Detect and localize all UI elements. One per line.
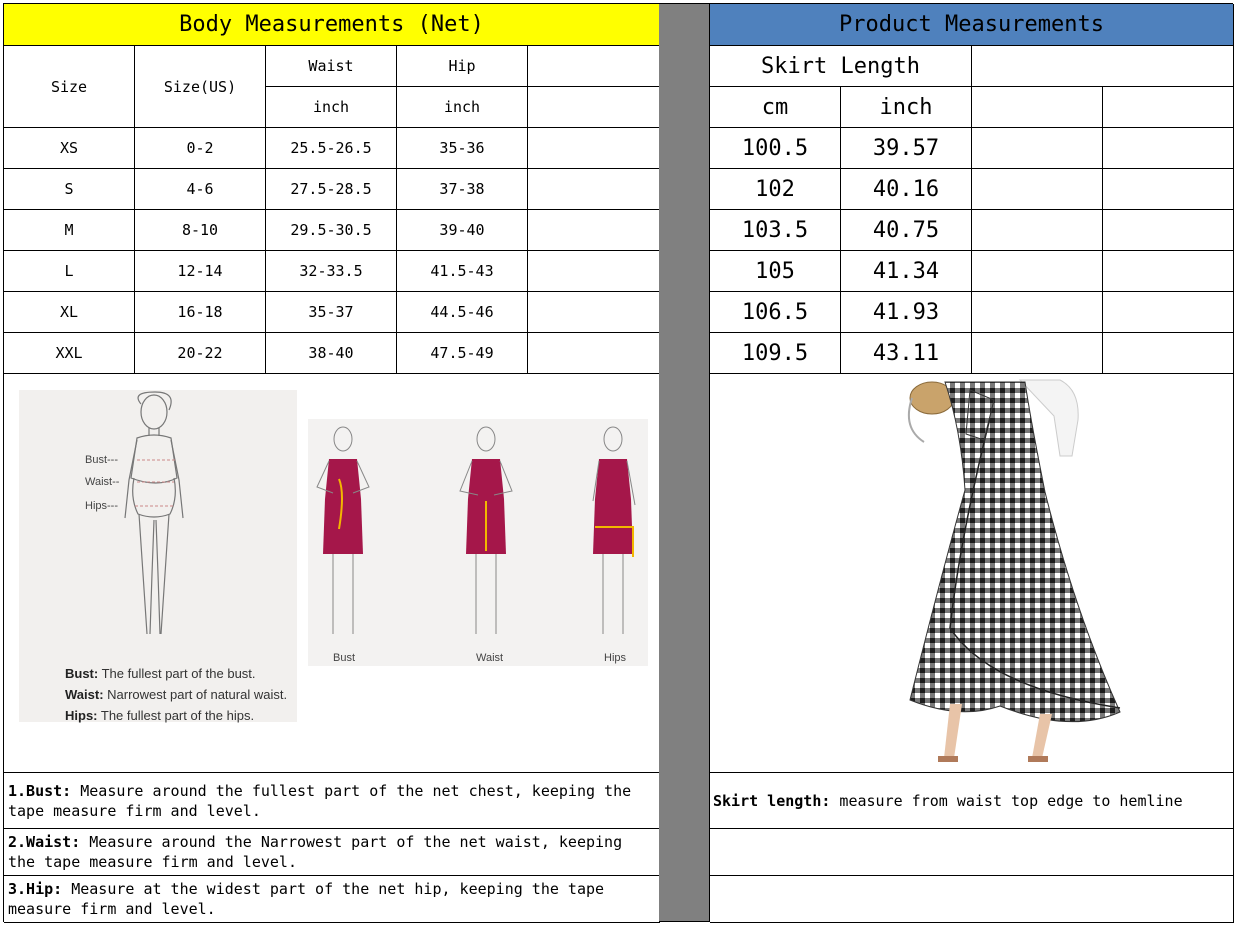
- waist-cell: 38-40: [266, 333, 397, 374]
- size-cell: XXL: [4, 333, 135, 374]
- inch-cell: 41.34: [841, 251, 972, 292]
- cm-cell: 100.5: [710, 128, 841, 169]
- empty-cell: [972, 251, 1103, 292]
- unit-cm-header: cm: [710, 87, 841, 128]
- empty-cell: [528, 251, 660, 292]
- waist-cell: 27.5-28.5: [266, 169, 397, 210]
- cm-cell: 106.5: [710, 292, 841, 333]
- size-us-cell: 0-2: [135, 128, 266, 169]
- hip-cell: 39-40: [397, 210, 528, 251]
- empty-cell: [1103, 87, 1234, 128]
- body-table: Body Measurements (Net) Size Size(US) Wa…: [3, 3, 660, 923]
- col-header-size-us: Size(US): [135, 46, 266, 128]
- empty-cell: [528, 333, 660, 374]
- empty-cell: [972, 46, 1234, 87]
- hip-cell: 41.5-43: [397, 251, 528, 292]
- inch-cell: 39.57: [841, 128, 972, 169]
- gingham-skirt-image: [908, 379, 1121, 762]
- column-divider: [659, 3, 709, 922]
- size-us-cell: 8-10: [135, 210, 266, 251]
- empty-cell: [1103, 333, 1234, 374]
- body-outline-icon: [124, 391, 184, 635]
- size-us-cell: 4-6: [135, 169, 266, 210]
- empty-cell: [972, 169, 1103, 210]
- legend-bust: Bust: The fullest part of the bust.: [65, 666, 256, 681]
- hip-cell: 47.5-49: [397, 333, 528, 374]
- col-header-waist: Waist: [266, 46, 397, 87]
- empty-cell: [972, 128, 1103, 169]
- hip-cell: 37-38: [397, 169, 528, 210]
- cm-cell: 103.5: [710, 210, 841, 251]
- col-header-size: Size: [4, 46, 135, 128]
- empty-cell: [972, 87, 1103, 128]
- dress-figure-panel: Bust Waist Hips: [308, 419, 648, 666]
- legend-hips: Hips: The fullest part of the hips.: [65, 708, 255, 723]
- body-figure-panel: Bust--- Waist-- Hips--- Bust: The fulles…: [19, 390, 297, 723]
- size-cell: XL: [4, 292, 135, 333]
- dress-figures-icon: [316, 426, 636, 634]
- empty-cell: [972, 210, 1103, 251]
- inch-cell: 40.75: [841, 210, 972, 251]
- waist-cell: 35-37: [266, 292, 397, 333]
- body-mark-waist: Waist--: [85, 476, 120, 488]
- product-note-skirt-length: Skirt length: measure from waist top edg…: [710, 773, 1234, 829]
- skirt-length-header: Skirt Length: [710, 46, 972, 87]
- empty-cell: [972, 292, 1103, 333]
- size-us-cell: 16-18: [135, 292, 266, 333]
- note-hip: 3.Hip: Measure at the widest part of the…: [4, 876, 660, 923]
- dress-label-waist: Waist: [476, 652, 504, 664]
- body-table-title: Body Measurements (Net): [4, 4, 660, 46]
- size-us-cell: 20-22: [135, 333, 266, 374]
- inch-cell: 41.93: [841, 292, 972, 333]
- cm-cell: 102: [710, 169, 841, 210]
- empty-cell: [528, 128, 660, 169]
- inch-cell: 43.11: [841, 333, 972, 374]
- product-note-empty: [710, 829, 1234, 876]
- inch-cell: 40.16: [841, 169, 972, 210]
- size-cell: L: [4, 251, 135, 292]
- size-us-cell: 12-14: [135, 251, 266, 292]
- empty-cell: [1103, 128, 1234, 169]
- empty-cell: [1103, 169, 1234, 210]
- waist-cell: 29.5-30.5: [266, 210, 397, 251]
- unit-inch-header: inch: [841, 87, 972, 128]
- size-cell: S: [4, 169, 135, 210]
- empty-cell: [528, 210, 660, 251]
- col-header-hip: Hip: [397, 46, 528, 87]
- product-table: Product Measurements Skirt Length cm inc…: [709, 3, 1234, 923]
- hip-cell: 44.5-46: [397, 292, 528, 333]
- cm-cell: 109.5: [710, 333, 841, 374]
- empty-cell: [528, 169, 660, 210]
- hip-cell: 35-36: [397, 128, 528, 169]
- note-bust: 1.Bust: Measure around the fullest part …: [4, 773, 660, 829]
- dress-label-bust: Bust: [333, 652, 356, 664]
- cm-cell: 105: [710, 251, 841, 292]
- size-cell: M: [4, 210, 135, 251]
- body-mark-hips: Hips---: [85, 500, 118, 512]
- col-header-empty: [528, 46, 660, 87]
- col-header-empty: [528, 87, 660, 128]
- dress-label-hips: Hips: [604, 652, 627, 664]
- col-header-waist-unit: inch: [266, 87, 397, 128]
- note-waist: 2.Waist: Measure around the Narrowest pa…: [4, 829, 660, 876]
- empty-cell: [972, 333, 1103, 374]
- col-header-hip-unit: inch: [397, 87, 528, 128]
- empty-cell: [528, 292, 660, 333]
- product-note-empty: [710, 876, 1234, 923]
- empty-cell: [1103, 210, 1234, 251]
- waist-cell: 25.5-26.5: [266, 128, 397, 169]
- size-cell: XS: [4, 128, 135, 169]
- product-table-title: Product Measurements: [710, 4, 1234, 46]
- empty-cell: [1103, 292, 1234, 333]
- body-mark-bust: Bust---: [85, 454, 118, 466]
- empty-cell: [1103, 251, 1234, 292]
- waist-cell: 32-33.5: [266, 251, 397, 292]
- legend-waist: Waist: Narrowest part of natural waist.: [65, 687, 288, 702]
